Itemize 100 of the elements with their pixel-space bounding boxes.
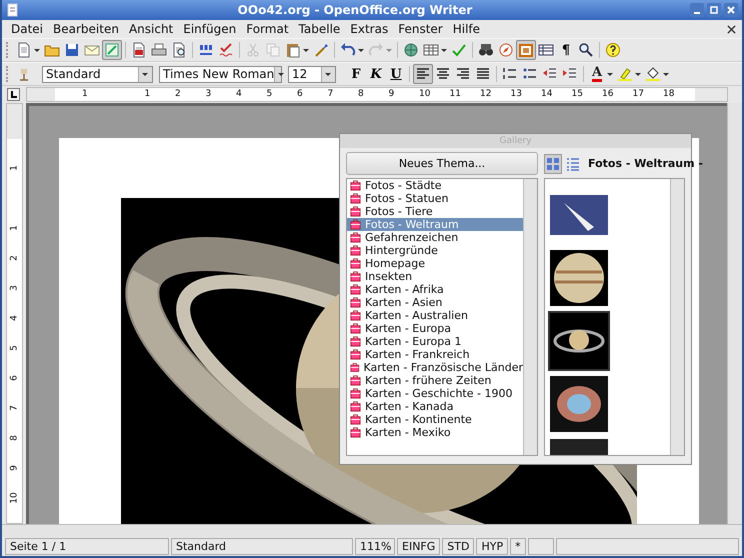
ruler-number: 17	[632, 88, 644, 101]
numbered-list-icon	[502, 66, 518, 82]
menu-item[interactable]: Bearbeiten	[48, 22, 124, 36]
theme-item[interactable]: Karten - Asien	[347, 296, 523, 309]
new-theme-button[interactable]: Neues Thema...	[346, 152, 538, 175]
document-icon	[16, 42, 32, 58]
font-size-combo[interactable]: 12	[288, 66, 336, 82]
theme-item[interactable]: Karten - Kontinente	[347, 413, 523, 426]
case-icon	[350, 284, 361, 295]
edit-button[interactable]	[102, 40, 122, 60]
theme-item[interactable]: Karten - frühere Zeiten	[347, 374, 523, 387]
theme-item[interactable]: Fotos - Städte	[347, 179, 523, 192]
grid-icon	[423, 42, 439, 58]
ruler-number: 16	[602, 88, 614, 101]
case-icon	[350, 310, 361, 321]
theme-item[interactable]: Karten - Europa	[347, 322, 523, 335]
gallery-button[interactable]	[516, 40, 536, 60]
theme-item[interactable]: Hintergründe	[347, 244, 523, 257]
theme-title: Fotos - Weltraum -	[588, 157, 703, 170]
close-icon[interactable]	[724, 3, 738, 17]
theme-item[interactable]: Gefahrenzeichen	[347, 231, 523, 244]
ruler-number: 2	[175, 88, 181, 101]
menu-item[interactable]: Ansicht	[124, 22, 178, 36]
ruler-number: 1	[8, 224, 20, 233]
case-icon	[350, 206, 361, 217]
window-menu-icon[interactable]	[6, 3, 20, 17]
thumbnail[interactable]	[548, 311, 610, 371]
align-left-icon	[415, 66, 431, 82]
font-color-button[interactable]: A	[587, 64, 615, 84]
compass-icon	[498, 42, 514, 58]
maximize-icon[interactable]	[707, 3, 721, 17]
italic-button[interactable]: K	[366, 64, 386, 84]
align-left-button[interactable]	[413, 64, 433, 84]
theme-item[interactable]: Karten - Australien	[347, 309, 523, 322]
redo-arrow-icon	[368, 42, 384, 58]
ruler-number: 1	[82, 88, 88, 101]
undo-arrow-icon	[340, 42, 356, 58]
ruler-number: 10	[419, 88, 430, 101]
ruler-number: 18	[663, 88, 674, 101]
ruler-number: 12	[480, 88, 492, 101]
vertical-scrollbar[interactable]	[727, 103, 742, 524]
theme-item[interactable]: Karten - Geschichte - 1900	[347, 387, 523, 400]
ruler-number: 5	[8, 344, 20, 353]
font-name-combo[interactable]: Times New Roman	[159, 66, 282, 82]
case-icon	[350, 349, 361, 360]
minimize-icon[interactable]	[690, 3, 704, 17]
theme-item[interactable]: Insekten	[347, 270, 523, 283]
marker-icon	[617, 66, 633, 82]
globe-icon	[403, 42, 419, 58]
horizontal-ruler[interactable]: 1 1 2 3 4 5 6 7 8 9 10 11 12 13 14 15 16 17 18	[26, 87, 728, 102]
menu-item[interactable]: Fenster	[393, 22, 448, 36]
case-icon	[350, 427, 361, 438]
theme-item[interactable]: Karten - Frankreich	[347, 348, 523, 361]
menu-item[interactable]: Tabelle	[294, 22, 346, 36]
theme-item[interactable]: Fotos - Statuen	[347, 192, 523, 205]
horizontal-scrollbar[interactable]	[2, 524, 742, 537]
menu-item[interactable]: Format	[241, 22, 294, 36]
wavy-check-icon	[218, 42, 234, 58]
case-icon	[350, 362, 360, 373]
theme-item[interactable]: Karten - Französische Länder	[347, 361, 523, 374]
bold-button[interactable]: F	[346, 64, 366, 84]
case-icon	[350, 375, 361, 386]
paragraph-style-combo[interactable]: Standard	[42, 66, 153, 82]
close-icon[interactable]	[727, 24, 736, 34]
list-scrollbar[interactable]	[523, 179, 537, 455]
thumbnail[interactable]	[548, 374, 610, 434]
menu-item[interactable]: Einfügen	[178, 22, 242, 36]
case-icon	[350, 232, 361, 243]
theme-item[interactable]: Fotos - Tiere	[347, 205, 523, 218]
case-icon	[350, 336, 361, 347]
status-field: HYP	[476, 538, 508, 555]
tab-stop-button[interactable]	[7, 88, 20, 101]
status-field	[528, 538, 554, 555]
theme-item[interactable]: Homepage	[347, 257, 523, 270]
ruler-number: 9	[388, 88, 394, 101]
ruler-number: 6	[8, 374, 20, 383]
thumbnail-scrollbar[interactable]	[670, 179, 684, 455]
pilcrow-button[interactable]: ¶	[556, 40, 576, 60]
help-button[interactable]	[603, 40, 623, 60]
page-magnifier-icon	[171, 42, 187, 58]
underline-button[interactable]: U	[386, 64, 406, 84]
theme-item[interactable]: Karten - Europa 1	[347, 335, 523, 348]
menu-item[interactable]: Extras	[345, 22, 394, 36]
vertical-ruler[interactable]: 1 1 2 3 4 5 6 7 8 9 10	[6, 103, 23, 524]
ruler-number: 3	[8, 284, 20, 293]
menu-item[interactable]: Hilfe	[448, 22, 486, 36]
thumbnail[interactable]	[548, 248, 610, 308]
ruler-number: 2	[8, 254, 20, 263]
menu-item[interactable]: Datei	[6, 22, 48, 36]
ruler-number: 4	[236, 88, 242, 101]
ruler-number: 13	[510, 88, 522, 101]
theme-item[interactable]: Karten - Kanada	[347, 400, 523, 413]
icons-view-button[interactable]	[544, 154, 562, 174]
theme-item[interactable]: Karten - Afrika	[347, 283, 523, 296]
printer-icon	[151, 42, 167, 58]
scissors-icon	[245, 42, 261, 58]
case-icon	[350, 297, 361, 308]
theme-item[interactable]: Karten - Mexiko	[347, 426, 523, 439]
pdf-document-icon	[131, 42, 147, 58]
status-field: EINFG	[397, 538, 440, 555]
